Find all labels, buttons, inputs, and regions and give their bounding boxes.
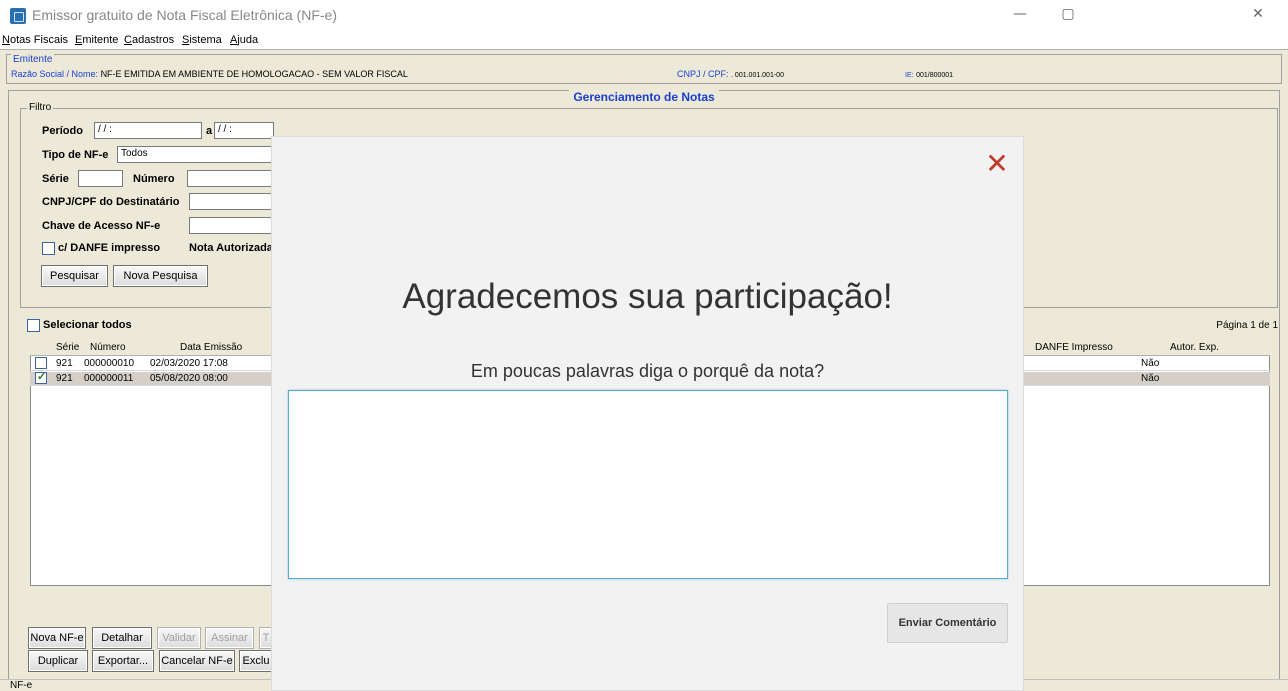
chave-acesso-input[interactable] (189, 217, 277, 234)
enviar-comentario-button[interactable]: Enviar Comentário (887, 603, 1008, 643)
nova-pesquisa-button[interactable]: Nova Pesquisa (113, 265, 208, 287)
cnpj-dest-input[interactable] (189, 193, 277, 210)
cell-autor: Não (1141, 373, 1160, 384)
feedback-modal: ✕ Agradecemos sua participação! Em pouca… (271, 136, 1024, 691)
cnpj-label: CNPJ / CPF: (677, 69, 729, 79)
numero-label: Número (133, 173, 175, 185)
cell-numero: 000000011 (84, 373, 134, 384)
window-title: Emissor gratuito de Nota Fiscal Eletrôni… (32, 7, 337, 23)
danfe-impresso-label: c/ DANFE impresso (58, 242, 161, 254)
row-checkbox[interactable] (35, 370, 47, 384)
nota-autorizada-label: Nota Autorizada (189, 242, 273, 254)
filtro-legend: Filtro (27, 102, 54, 113)
pagina-indicator: Página 1 de 1 (1216, 320, 1278, 331)
nova-nfe-button[interactable]: Nova NF-e (28, 627, 86, 649)
pesquisar-button[interactable]: Pesquisar (41, 265, 108, 287)
exportar-button[interactable]: Exportar... (92, 650, 154, 672)
cell-serie: 921 (56, 358, 73, 369)
razao-social-row: Razão Social / Nome: NF-E EMITIDA EM AMB… (11, 69, 408, 79)
validar-button[interactable]: Validar (157, 627, 201, 649)
razao-social-value: NF-E EMITIDA EM AMBIENTE DE HOMOLOGACAO … (100, 69, 408, 79)
periodo-to-input[interactable]: / / : (214, 122, 274, 139)
selecionar-todos-checkbox[interactable] (27, 319, 40, 332)
close-icon[interactable]: ✕ (983, 150, 1011, 178)
cell-data: 05/08/2020 08:00 (150, 373, 228, 384)
comment-textarea[interactable] (288, 390, 1008, 579)
th-danfe-impresso[interactable]: DANFE Impresso (1035, 342, 1113, 353)
window-titlebar: Emissor gratuito de Nota Fiscal Eletrôni… (0, 0, 1288, 32)
assinar-button[interactable]: Assinar (205, 627, 254, 649)
th-numero[interactable]: Número (90, 342, 126, 353)
tipo-nfe-label: Tipo de NF-e (42, 149, 109, 161)
ie-label: IE: (905, 72, 914, 79)
close-window-icon[interactable]: ✕ (1238, 6, 1278, 26)
danfe-impresso-checkbox[interactable] (42, 242, 55, 255)
cell-data: 02/03/2020 17:08 (150, 358, 228, 369)
menu-cadastros[interactable]: Cadastros (124, 34, 174, 46)
th-data-emissao[interactable]: Data Emissão (180, 342, 242, 353)
razao-social-label: Razão Social / Nome: (11, 69, 99, 79)
menu-sistema[interactable]: Sistema (182, 34, 222, 46)
th-autor-exp[interactable]: Autor. Exp. (1170, 342, 1219, 353)
menu-bar: Notas Fiscais Emitente Cadastros Sistema… (0, 32, 1288, 50)
ie-value: 001/800001 (916, 72, 954, 79)
excluir-button[interactable]: Exclu (239, 650, 273, 672)
serie-label: Série (42, 173, 69, 185)
cnpj-dest-label: CNPJ/CPF do Destinatário (42, 196, 180, 208)
app-icon (10, 8, 26, 24)
emitente-group: Emitente Razão Social / Nome: NF-E EMITI… (6, 54, 1282, 84)
duplicar-button[interactable]: Duplicar (28, 650, 88, 672)
row-checkbox[interactable] (35, 357, 47, 369)
cell-serie: 921 (56, 373, 73, 384)
ie-row: IE: 001/800001 (905, 69, 953, 79)
cancelar-nfe-button[interactable]: Cancelar NF-e (159, 650, 235, 672)
th-serie[interactable]: Série (56, 342, 79, 353)
selecionar-todos-label: Selecionar todos (43, 319, 132, 331)
modal-title: Agradecemos sua participação! (402, 277, 893, 316)
tipo-nfe-select[interactable]: Todos (117, 146, 277, 163)
minimize-icon[interactable]: — (1000, 6, 1040, 26)
cell-autor: Não (1141, 358, 1160, 369)
periodo-a-label: a (206, 125, 213, 137)
detalhar-button[interactable]: Detalhar (92, 627, 152, 649)
serie-input[interactable] (78, 170, 123, 187)
periodo-from-input[interactable]: / / : (94, 122, 202, 139)
panel-title: Gerenciamento de Notas (9, 90, 1279, 104)
menu-notas-fiscais[interactable]: Notas Fiscais (2, 34, 68, 46)
menu-emitente[interactable]: Emitente (75, 34, 118, 46)
periodo-label: Período (42, 125, 83, 137)
restore-icon[interactable]: ▢ (1048, 6, 1088, 26)
emitente-legend: Emitente (11, 54, 55, 65)
cnpj-value: . 001.001.001-00 (731, 72, 784, 79)
numero-input[interactable] (187, 170, 277, 187)
chave-acesso-label: Chave de Acesso NF-e (42, 220, 161, 232)
cnpj-row: CNPJ / CPF: . 001.001.001-00 (677, 69, 784, 79)
menu-ajuda[interactable]: Ajuda (230, 34, 258, 46)
modal-question: Em poucas palavras diga o porquê da nota… (470, 361, 825, 381)
cell-numero: 000000010 (84, 358, 135, 369)
